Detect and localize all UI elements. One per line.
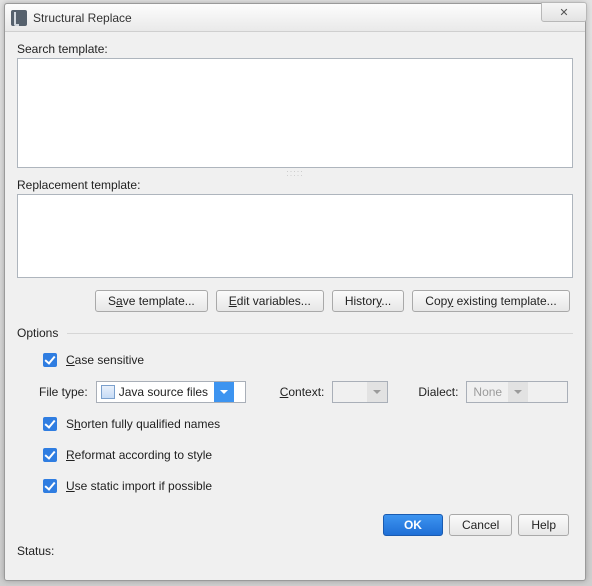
structural-replace-dialog: Structural Replace ✕ Search template: ::… bbox=[4, 3, 586, 581]
static-import-checkbox[interactable] bbox=[43, 479, 57, 493]
search-template-input[interactable] bbox=[17, 58, 573, 168]
static-import-option[interactable]: Use static import if possible bbox=[39, 476, 573, 496]
reformat-checkbox[interactable] bbox=[43, 448, 57, 462]
save-template-button[interactable]: Save template... bbox=[95, 290, 208, 312]
chevron-down-icon bbox=[367, 382, 387, 402]
chevron-down-icon bbox=[508, 382, 528, 402]
context-label: Context: bbox=[280, 385, 325, 399]
reformat-option[interactable]: Reformat according to style bbox=[39, 445, 573, 465]
window-title: Structural Replace bbox=[33, 11, 132, 25]
app-icon bbox=[11, 10, 27, 26]
dialog-footer: OK Cancel Help bbox=[17, 496, 573, 542]
cancel-button[interactable]: Cancel bbox=[449, 514, 512, 536]
case-sensitive-checkbox[interactable] bbox=[43, 353, 57, 367]
shorten-names-label: Shorten fully qualified names bbox=[66, 417, 220, 431]
ok-button[interactable]: OK bbox=[383, 514, 443, 536]
history-button[interactable]: History... bbox=[332, 290, 404, 312]
close-button[interactable]: ✕ bbox=[541, 2, 587, 22]
context-select[interactable] bbox=[332, 381, 388, 403]
help-button[interactable]: Help bbox=[518, 514, 569, 536]
chevron-down-icon bbox=[214, 382, 234, 402]
options-group-label: Options bbox=[17, 326, 573, 340]
java-file-icon bbox=[101, 385, 115, 399]
file-type-row: File type: Java source files Context: Di… bbox=[39, 381, 573, 403]
copy-existing-template-button[interactable]: Copy existing template... bbox=[412, 290, 569, 312]
edit-variables-button[interactable]: Edit variables... bbox=[216, 290, 324, 312]
file-type-select[interactable]: Java source files bbox=[96, 381, 246, 403]
case-sensitive-option[interactable]: Case sensitive bbox=[39, 350, 573, 370]
titlebar[interactable]: Structural Replace ✕ bbox=[5, 4, 585, 32]
splitter-grip[interactable]: ::::: bbox=[17, 168, 573, 178]
options-panel: Case sensitive File type: Java source fi… bbox=[17, 350, 573, 496]
close-icon: ✕ bbox=[559, 6, 568, 19]
replacement-template-label: Replacement template: bbox=[17, 178, 573, 192]
dialect-label: Dialect: bbox=[418, 385, 458, 399]
status-label: Status: bbox=[17, 542, 573, 560]
search-template-label: Search template: bbox=[17, 42, 573, 56]
dialect-select[interactable]: None bbox=[466, 381, 568, 403]
dialog-content: Search template: ::::: Replacement templ… bbox=[5, 32, 585, 580]
shorten-names-checkbox[interactable] bbox=[43, 417, 57, 431]
dialect-value: None bbox=[467, 385, 508, 399]
file-type-label: File type: bbox=[39, 385, 88, 399]
replacement-template-input[interactable] bbox=[17, 194, 573, 278]
shorten-names-option[interactable]: Shorten fully qualified names bbox=[39, 414, 573, 434]
case-sensitive-label: Case sensitive bbox=[66, 353, 144, 367]
file-type-value: Java source files bbox=[119, 385, 214, 399]
reformat-label: Reformat according to style bbox=[66, 448, 212, 462]
static-import-label: Use static import if possible bbox=[66, 479, 212, 493]
template-toolbar: Save template... Edit variables... Histo… bbox=[17, 278, 573, 320]
